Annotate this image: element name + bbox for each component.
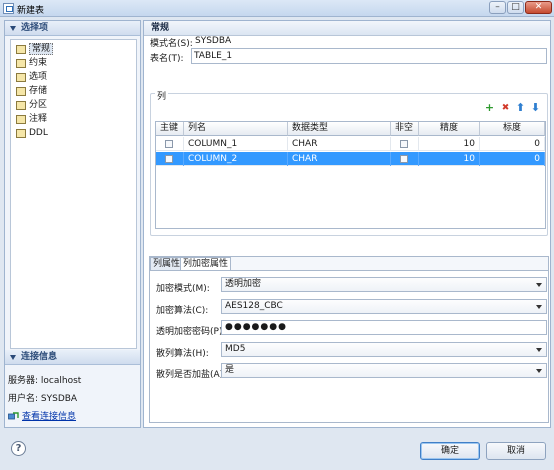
general-icon (16, 45, 26, 54)
column-name-cell[interactable]: COLUMN_2 (184, 152, 288, 166)
columns-legend: 列 (155, 89, 169, 102)
header-primary-key[interactable]: 主键 (156, 122, 184, 136)
scale-cell[interactable]: 0 (480, 152, 545, 166)
title-bar (0, 0, 554, 17)
header-precision[interactable]: 精度 (419, 122, 480, 136)
encryption-algorithm-value: AES128_CBC (225, 301, 283, 311)
schema-value: SYSDBA (195, 36, 232, 46)
comment-icon (16, 115, 26, 124)
data-type-cell[interactable]: CHAR (288, 152, 391, 166)
hash-algorithm-select[interactable]: MD5 (221, 342, 547, 357)
add-column-icon[interactable]: + (484, 102, 495, 114)
options-header[interactable]: 选择项 (5, 21, 140, 36)
encryption-algorithm-select[interactable]: AES128_CBC (221, 299, 547, 314)
connection-info-label: 连接信息 (21, 352, 58, 362)
encryption-mode-select[interactable]: 透明加密 (221, 277, 547, 292)
hash-salt-select[interactable]: 是 (221, 363, 547, 378)
connection-icon (8, 412, 19, 420)
chevron-down-icon (536, 369, 542, 373)
constraints-icon (16, 59, 26, 68)
ok-button[interactable]: 确定 (420, 442, 480, 460)
nav-item-label: 选项 (29, 72, 48, 82)
collapse-icon (10, 26, 16, 31)
table-row-selected[interactable]: COLUMN_2 CHAR 10 0 (156, 152, 545, 166)
nav-item-label: 存储 (29, 86, 48, 96)
options-icon (16, 73, 26, 82)
table-name-input[interactable]: TABLE_1 (191, 48, 547, 64)
not-null-checkbox[interactable] (400, 155, 408, 163)
tab-column-encryption[interactable]: 列加密属性 (180, 257, 232, 270)
chevron-down-icon (536, 305, 542, 309)
nav-item-storage[interactable]: 存储 (14, 85, 132, 98)
not-null-cell (391, 137, 419, 151)
encryption-mode-label: 加密模式(M): (156, 284, 210, 294)
tab-column-properties[interactable]: 列属性 (150, 257, 184, 270)
collapse-icon (10, 355, 16, 360)
window-title: 新建表 (17, 6, 45, 16)
server-info: 服务器: localhost (8, 376, 82, 386)
nav-list: 常规 约束 选项 存储 分区 注释 DDL (10, 39, 137, 349)
nav-item-label: 分区 (29, 100, 48, 110)
data-type-cell[interactable]: CHAR (288, 137, 391, 151)
precision-cell[interactable]: 10 (419, 137, 480, 151)
ddl-icon (16, 129, 26, 138)
transparent-password-input[interactable]: ●●●●●●● (221, 320, 547, 335)
nav-item-options[interactable]: 选项 (14, 71, 132, 84)
hash-salt-label: 散列是否加盐(A): (156, 370, 227, 380)
options-header-label: 选择项 (21, 23, 49, 33)
primary-key-checkbox[interactable] (165, 155, 173, 163)
left-panel: 选择项 常规 约束 选项 存储 分区 注释 DDL 连接信息 (4, 20, 141, 428)
encryption-mode-value: 透明加密 (225, 279, 262, 289)
chevron-down-icon (536, 348, 542, 352)
nav-item-label: DDL (29, 128, 48, 138)
close-button[interactable]: ✕ (525, 1, 552, 14)
partition-icon (16, 101, 26, 110)
storage-icon (16, 87, 26, 96)
minimize-button[interactable]: – (489, 1, 506, 14)
not-null-cell (391, 152, 419, 166)
delete-column-icon[interactable]: ✖ (500, 103, 511, 114)
column-name-cell[interactable]: COLUMN_1 (184, 137, 288, 151)
nav-item-label: 注释 (29, 114, 48, 124)
header-column-name[interactable]: 列名 (184, 122, 288, 136)
table-row[interactable]: COLUMN_1 CHAR 10 0 (156, 137, 545, 151)
encryption-algorithm-label: 加密算法(C): (156, 306, 209, 316)
nav-item-general[interactable]: 常规 (14, 43, 132, 56)
nav-item-label: 约束 (29, 58, 48, 68)
columns-grid: 主键 列名 数据类型 非空 精度 标度 COLUMN_1 CHAR 10 0 C… (155, 121, 546, 229)
transparent-password-label: 透明加密密码(P): (156, 327, 226, 337)
nav-item-constraints[interactable]: 约束 (14, 57, 132, 70)
primary-key-cell (156, 152, 184, 166)
cancel-button[interactable]: 取消 (486, 442, 546, 460)
header-scale[interactable]: 标度 (480, 122, 545, 136)
header-data-type[interactable]: 数据类型 (288, 122, 391, 136)
maximize-button[interactable]: □ (507, 1, 524, 14)
table-name-label: 表名(T): (150, 54, 184, 64)
primary-key-checkbox[interactable] (165, 140, 173, 148)
nav-item-comment[interactable]: 注释 (14, 113, 132, 126)
scale-cell[interactable]: 0 (480, 137, 545, 151)
view-connection-info-link[interactable]: 查看连接信息 (22, 409, 76, 422)
connection-info-header[interactable]: 连接信息 (5, 350, 140, 365)
section-title: 常规 (144, 21, 550, 36)
nav-item-label: 常规 (29, 43, 54, 55)
move-up-icon[interactable]: ⬆ (515, 102, 526, 114)
primary-key-cell (156, 137, 184, 151)
chevron-down-icon (536, 283, 542, 287)
table-app-icon (3, 3, 14, 14)
header-not-null[interactable]: 非空 (391, 122, 419, 136)
nav-item-partition[interactable]: 分区 (14, 99, 132, 112)
not-null-checkbox[interactable] (400, 140, 408, 148)
nav-item-ddl[interactable]: DDL (14, 127, 132, 140)
schema-label: 模式名(S): (150, 39, 193, 49)
hash-salt-value: 是 (225, 365, 235, 375)
hash-algorithm-value: MD5 (225, 344, 246, 354)
help-icon[interactable]: ? (11, 441, 26, 456)
user-info: 用户名: SYSDBA (8, 394, 78, 404)
move-down-icon[interactable]: ⬇ (530, 102, 541, 114)
hash-algorithm-label: 散列算法(H): (156, 349, 209, 359)
precision-cell[interactable]: 10 (419, 152, 480, 166)
